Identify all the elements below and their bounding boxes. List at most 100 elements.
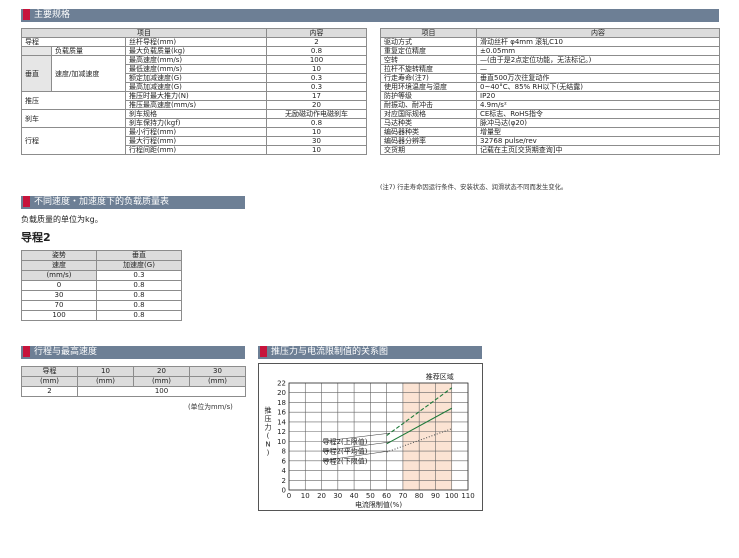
- value-max-accel: 0.3: [266, 82, 367, 92]
- section-title: 主要规格: [34, 10, 71, 20]
- section-title: 不同速度・加速度下的负载质量表: [34, 197, 170, 207]
- value-drive: 滑动丝杆 φ4mm 滚轧C10: [476, 37, 720, 47]
- x-tick-label: 90: [431, 492, 440, 500]
- stroke-header-20: 20: [133, 366, 190, 377]
- y-tick-label: 0: [282, 487, 286, 495]
- section-marker: [23, 196, 30, 207]
- x-tick-label: 80: [415, 492, 424, 500]
- stroke-speed-table: 导程 10 20 30 (mm) (mm) (mm) (mm) 2 100: [21, 366, 246, 397]
- value-max-payload: 0.8: [266, 46, 367, 56]
- item-encoder-resolution: 编码器分辨率: [380, 136, 477, 146]
- item-encoder-type: 编码器种类: [380, 127, 477, 137]
- legend-label: 导程2(平均值): [323, 447, 368, 456]
- item-drive: 驱动方式: [380, 37, 477, 47]
- value-standards: CE标志、RoHS指令: [476, 109, 720, 119]
- section-banner-payload: 不同速度・加速度下的负载质量表: [21, 196, 245, 209]
- x-tick-label: 0: [287, 492, 291, 500]
- header-content: 内容: [266, 28, 367, 38]
- row-speed: 100: [21, 310, 97, 321]
- item-environment: 使用环境温度与湿度: [380, 82, 477, 92]
- spec-table-left: 项目 内容 导程 丝杆导程(mm) 2 负载质量 最大负载质量(kg) 0.8 …: [21, 28, 367, 155]
- value-vibration: 4.9m/s²: [476, 100, 720, 110]
- stroke-unit-20: (mm): [133, 376, 190, 387]
- x-axis-label: 电流限制值(%): [355, 500, 402, 509]
- y-tick-label: 2: [282, 477, 286, 485]
- stroke-header-10: 10: [77, 366, 134, 377]
- section-banner-thrust: 推压力与电流限制值的关系图: [258, 346, 482, 359]
- item-rated-accel: 额定加减速度(G): [125, 73, 267, 83]
- payload-accel-value: 0.3: [96, 270, 182, 281]
- x-tick-label: 40: [350, 492, 359, 500]
- row-payload: 0.8: [96, 290, 182, 301]
- header-item: 项目: [380, 28, 477, 38]
- x-tick-label: 10: [301, 492, 310, 500]
- value-rated-accel: 0.3: [266, 73, 367, 83]
- value-motor: 脉冲马达(φ20): [476, 118, 720, 128]
- y-tick-label: 10: [277, 438, 286, 446]
- payload-unit-note: 负载质量的单位为kg。: [21, 215, 103, 224]
- payload-header-speed: 速度: [21, 260, 97, 271]
- item-repeatability: 重复定位精度: [380, 46, 477, 56]
- y-tick-label: 6: [282, 457, 287, 465]
- y-tick-label: 20: [277, 389, 286, 397]
- payload-header-vertical: 垂直: [96, 250, 182, 261]
- value-max-stroke: 30: [266, 136, 367, 146]
- payload-header-unit: (mm/s): [21, 270, 97, 281]
- header-item: 项目: [21, 28, 267, 38]
- legend-label: 导程2(上限值): [323, 437, 368, 446]
- item-vibration: 耐振动、耐冲击: [380, 100, 477, 110]
- stroke-speed-value: 100: [77, 386, 246, 397]
- item-max-speed: 最高速度(mm/s): [125, 55, 267, 65]
- item-rod-nonrotation: 拉杆不旋转精度: [380, 64, 477, 74]
- x-tick-label: 100: [445, 492, 458, 500]
- x-tick-label: 110: [461, 492, 474, 500]
- item-delivery: 交货期: [380, 145, 477, 155]
- value-brake-hold: 0.8: [266, 118, 367, 128]
- group-push: 推压: [21, 91, 126, 110]
- recommended-region: [402, 383, 452, 490]
- y-tick-label: 12: [277, 428, 286, 436]
- y-tick-label: 4: [282, 467, 287, 475]
- x-tick-label: 20: [317, 492, 326, 500]
- item-max-payload: 最大负载质量(kg): [125, 46, 267, 56]
- value-travel-life: 垂直500万次往复动作: [476, 73, 720, 83]
- value-encoder-type: 增量型: [476, 127, 720, 137]
- value-protection: IP20: [476, 91, 720, 101]
- group-vertical: 垂直: [21, 55, 52, 92]
- value-push-force: 17: [266, 91, 367, 101]
- item-min-stroke: 最小行程(mm): [125, 127, 267, 137]
- value-min-speed: 10: [266, 64, 367, 74]
- row-payload: 0.8: [96, 310, 182, 321]
- y-axis-label: 推压力(N): [265, 406, 272, 458]
- value-delivery: 记载在主页[交货期查询]中: [476, 145, 720, 155]
- item-motor: 马达种类: [380, 118, 477, 128]
- recommended-region-label: 推荐区域: [426, 372, 454, 381]
- item-push-speed: 推压最高速度(mm/s): [125, 100, 267, 110]
- group-lead: 导程: [21, 37, 126, 47]
- y-tick-label: 22: [277, 380, 286, 388]
- table-row: 70 0.8: [21, 300, 182, 311]
- value-brake-spec: 无励磁动作电磁刹车: [266, 109, 367, 119]
- y-tick-label: 8: [282, 448, 286, 456]
- travel-life-note: (注7) 行走寿命因运行条件、安装状态、润滑状态不同而发生变化。: [380, 184, 568, 191]
- value-stroke-pitch: 10: [266, 145, 367, 155]
- section-banner-main-spec: 主要规格: [21, 9, 719, 22]
- section-banner-stroke-speed: 行程与最高速度: [21, 346, 245, 359]
- table-row: 30 0.8: [21, 290, 182, 301]
- item-backlash: 空转: [380, 55, 477, 65]
- table-row: 0 0.8: [21, 280, 182, 291]
- row-speed: 0: [21, 280, 97, 291]
- group-payload: 负载质量: [51, 46, 126, 56]
- payload-header-posture: 姿势: [21, 250, 97, 261]
- value-environment: 0~40°C、85% RH以下(无结露): [476, 82, 720, 92]
- item-lead: 丝杆导程(mm): [125, 37, 267, 47]
- value-max-speed: 100: [266, 55, 367, 65]
- x-tick-label: 70: [398, 492, 407, 500]
- section-title: 行程与最高速度: [34, 347, 98, 357]
- row-payload: 0.8: [96, 300, 182, 311]
- group-stroke: 行程: [21, 127, 126, 155]
- stroke-header-30: 30: [189, 366, 246, 377]
- y-tick-label: 18: [277, 399, 286, 407]
- item-travel-life: 行走寿命(注7): [380, 73, 477, 83]
- value-lead: 2: [266, 37, 367, 47]
